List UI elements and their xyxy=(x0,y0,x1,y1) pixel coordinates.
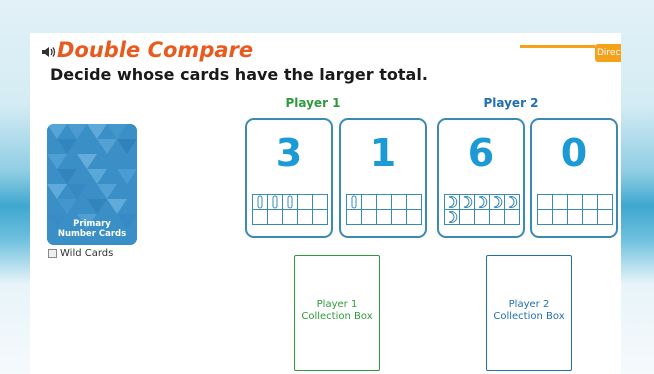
ten-frame-cell xyxy=(267,209,283,225)
wild-cards-option[interactable]: Wild Cards xyxy=(48,248,113,259)
player-1-label: Player 1 xyxy=(285,96,341,110)
deck-label-line1: Primary xyxy=(73,219,111,229)
ten-frame-cell xyxy=(391,194,407,210)
ten-frame-cell xyxy=(597,194,613,210)
ten-frame xyxy=(346,194,422,225)
player-2-card-1[interactable]: 6 xyxy=(437,118,525,238)
deck-label-line2: Number Cards xyxy=(57,229,127,239)
ten-frame-cell xyxy=(376,194,392,210)
ten-frame-cell xyxy=(376,209,392,225)
ten-frame-cell xyxy=(391,209,407,225)
ten-frame-cell xyxy=(252,209,268,225)
counter-bar xyxy=(257,195,263,209)
ten-frame-cell xyxy=(312,209,328,225)
ten-frame-cell xyxy=(582,209,598,225)
player-1-card-1[interactable]: 3 xyxy=(245,118,333,238)
card-deck[interactable]: Primary Number Cards xyxy=(47,124,137,245)
player-2-collection-box[interactable]: Player 2 Collection Box xyxy=(486,255,572,371)
collection-box-label-line2: Collection Box xyxy=(301,311,373,322)
deck-label: Primary Number Cards xyxy=(47,219,137,239)
ten-frame-cell xyxy=(489,209,505,225)
collection-box-label-line2: Collection Box xyxy=(493,311,565,322)
ten-frame-cell xyxy=(297,194,313,210)
player-2-label: Player 2 xyxy=(483,96,539,110)
card-number: 3 xyxy=(275,131,303,175)
counter-bar xyxy=(351,195,357,209)
ten-frame xyxy=(444,194,520,225)
ten-frame-cell xyxy=(474,209,490,225)
ten-frame xyxy=(537,194,613,225)
ten-frame-cell xyxy=(361,209,377,225)
game-panel: Double Compare Decide whose cards have t… xyxy=(30,33,621,374)
player-1-collection-box[interactable]: Player 1 Collection Box xyxy=(294,255,380,371)
ten-frame-cell xyxy=(567,194,583,210)
ten-frame-cell xyxy=(582,194,598,210)
ten-frame-cell xyxy=(597,209,613,225)
ten-frame-cell xyxy=(567,209,583,225)
ten-frame-cell xyxy=(346,209,362,225)
ten-frame-cell xyxy=(361,194,377,210)
card-number: 1 xyxy=(369,131,397,175)
collection-box-label-line1: Player 2 xyxy=(508,299,550,310)
instruction-text: Decide whose cards have the larger total… xyxy=(50,65,428,84)
ten-frame-cell xyxy=(282,209,298,225)
ten-frame-cell xyxy=(537,209,553,225)
ten-frame-cell xyxy=(312,194,328,210)
collection-box-label: Player 2 Collection Box xyxy=(487,299,571,323)
counter-bar xyxy=(272,195,278,209)
ten-frame-cell xyxy=(537,194,553,210)
directions-rule xyxy=(520,45,595,48)
speaker-icon[interactable] xyxy=(41,46,57,58)
game-title: Double Compare xyxy=(57,38,254,62)
ten-frame-cell xyxy=(297,209,313,225)
directions-tab[interactable]: Directions xyxy=(595,44,621,62)
wild-cards-checkbox[interactable] xyxy=(48,249,57,258)
ten-frame-cell xyxy=(406,209,422,225)
player-1-card-2[interactable]: 1 xyxy=(339,118,427,238)
counter-bar xyxy=(287,195,293,209)
player-2-card-2[interactable]: 0 xyxy=(530,118,618,238)
ten-frame-cell xyxy=(406,194,422,210)
card-number: 6 xyxy=(467,131,495,175)
ten-frame-cell xyxy=(552,209,568,225)
wild-cards-label: Wild Cards xyxy=(60,248,114,259)
collection-box-label-line1: Player 1 xyxy=(316,299,358,310)
ten-frame-cell xyxy=(459,209,475,225)
card-number: 0 xyxy=(560,131,588,175)
collection-box-label: Player 1 Collection Box xyxy=(295,299,379,323)
ten-frame xyxy=(252,194,328,225)
ten-frame-cell xyxy=(504,209,520,225)
ten-frame-cell xyxy=(552,194,568,210)
